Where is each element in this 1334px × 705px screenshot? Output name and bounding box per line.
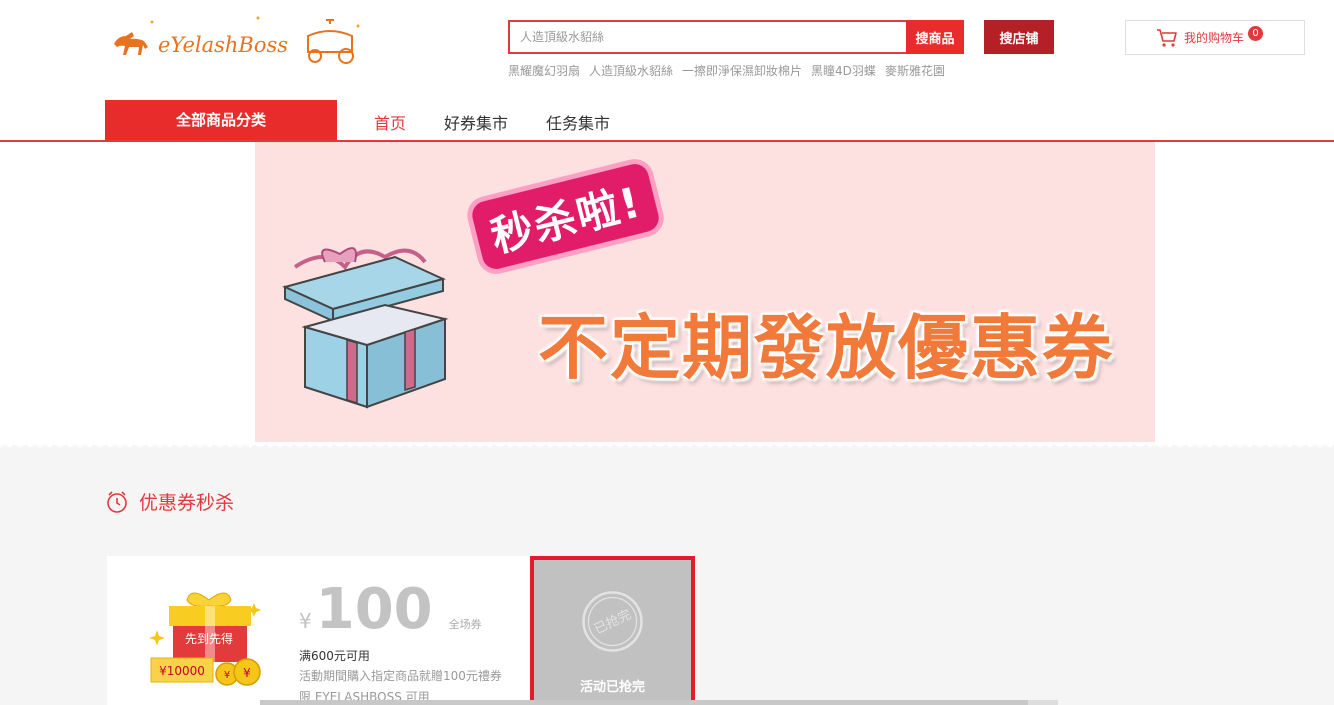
hot-search-words: 黑耀魔幻羽扇 人造頂級水貂絲 一擦即淨保濕卸妝棉片 黑瞳4D羽蝶 麥斯雅花園 [508,62,945,79]
coupon-scope: 全场券 [448,618,482,631]
coupon-condition: 满600元可用 [299,649,370,663]
all-categories-menu[interactable]: 全部商品分类 [105,100,337,140]
clock-icon [107,490,127,513]
coupon-price: ¥ 100 全场券 [299,580,482,640]
currency-symbol: ¥ [299,609,312,633]
section-title: 优惠券秒杀 [105,488,234,515]
gift-amount: ¥10000 [159,664,205,678]
promo-banner[interactable]: 秒杀啦! 不定期發放優惠券 [255,142,1155,442]
cart-label: 我的购物车 [1184,31,1245,45]
hot-word-link[interactable]: 黑瞳4D羽蝶 [811,62,876,79]
eyelashboss-logo[interactable]: eYelashBoss [108,14,364,68]
horizontal-scrollbar[interactable] [260,700,1058,705]
sold-out-button[interactable]: 已抢完 活动已抢完 [530,556,695,705]
hot-word-link[interactable]: 黑耀魔幻羽扇 [508,62,580,79]
coupon-description: 活動期間購入指定商品就贈100元禮券 [299,669,502,683]
cart-button[interactable]: 我的购物车 0 [1125,20,1305,55]
svg-text:¥: ¥ [243,666,251,680]
search-goods-button[interactable]: 搜商品 [906,20,964,54]
search-shops-button[interactable]: 搜店铺 [984,20,1054,54]
svg-text:eYelashBoss: eYelashBoss [158,33,288,57]
hot-word-link[interactable]: 麥斯雅花園 [885,62,945,79]
banner-headline: 不定期發放優惠券 [538,307,1114,389]
coupon-card[interactable]: 先到先得 ¥10000 ¥ ¥ ¥ 100 全场券 满600元可用 活動期間購入… [107,556,530,705]
section-title-text: 优惠券秒杀 [139,492,235,514]
cart-count-badge: 0 [1248,26,1264,41]
nav-task-market[interactable]: 任务集市 [546,110,610,134]
gift-icon: 先到先得 ¥10000 ¥ ¥ [149,592,261,686]
main-nav: 首页 好券集市 任务集市 [374,110,610,134]
sold-out-stamp-icon: 已抢完 [582,591,643,652]
gift-label: 先到先得 [185,631,233,646]
hot-word-link[interactable]: 一擦即淨保濕卸妝棉片 [682,62,802,79]
sold-out-label: 活动已抢完 [579,680,645,695]
scrollbar-thumb[interactable] [260,700,1028,705]
stamp-text: 已抢完 [592,606,634,637]
svg-text:¥: ¥ [224,670,230,681]
search-input[interactable] [508,20,906,54]
cart-icon [1157,28,1177,47]
hot-word-link[interactable]: 人造頂級水貂絲 [589,62,673,79]
coupon-amount: 100 [315,577,433,642]
nav-coupon-market[interactable]: 好券集市 [444,110,508,134]
search-form: 搜商品 [508,20,964,54]
nav-home[interactable]: 首页 [374,110,406,134]
